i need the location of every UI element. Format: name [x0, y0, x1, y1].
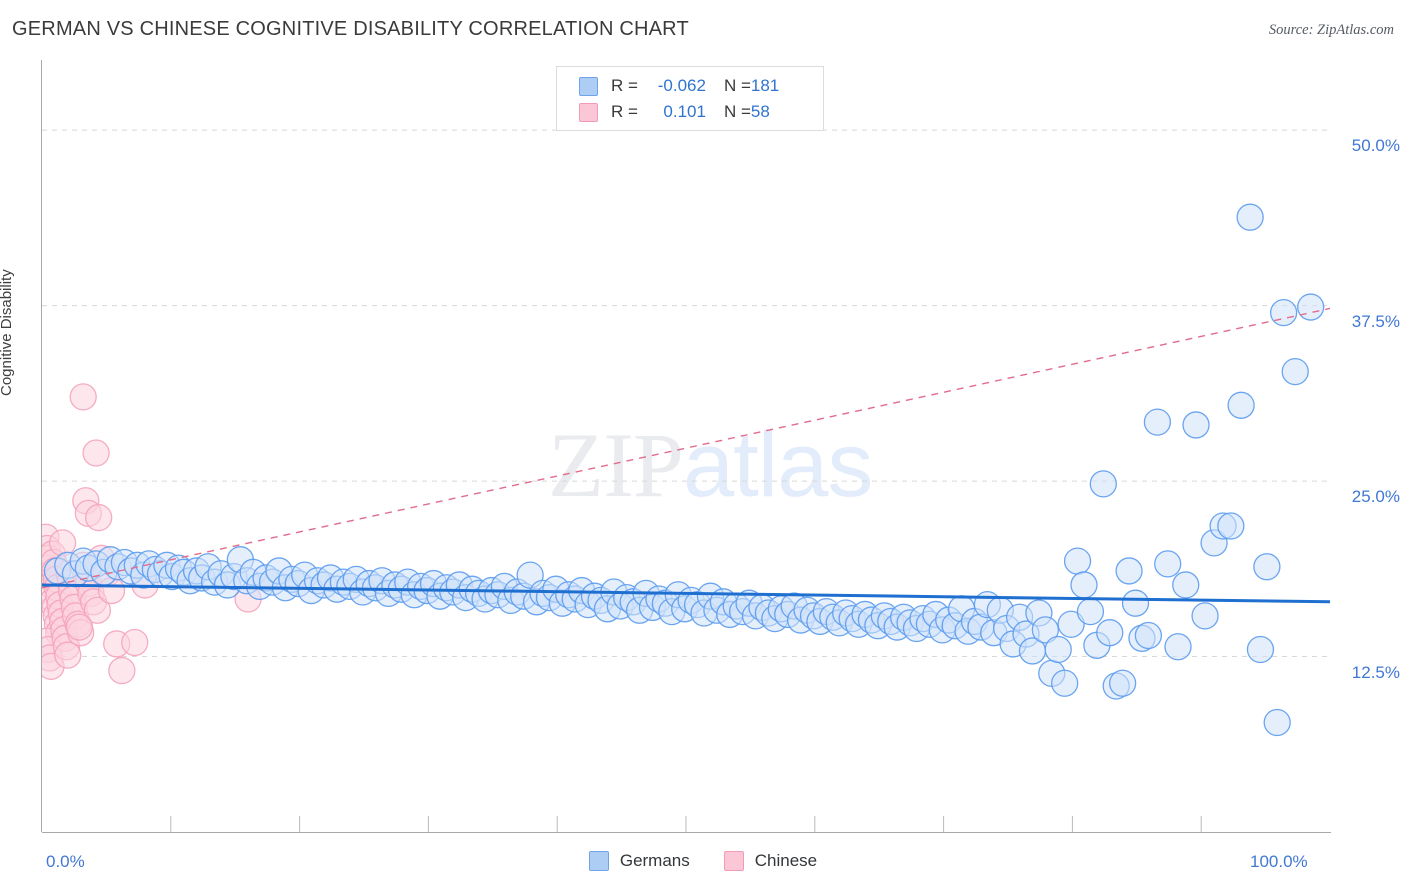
plot-area: [42, 129, 1330, 832]
series-legend: Germans Chinese: [0, 851, 1406, 871]
source-label: Source: ZipAtlas.com: [1268, 22, 1394, 38]
correlation-stats-box: R = -0.062 N = 181 R = 0.101 N = 58: [556, 66, 824, 131]
germans-n-label: N =: [723, 76, 751, 95]
y-axis-line: [41, 60, 42, 832]
y-axis-label: 50.0%: [1351, 136, 1400, 156]
legend-item-germans[interactable]: Germans: [588, 851, 690, 871]
germans-r-label: R =: [611, 76, 638, 95]
page-title: GERMAN VS CHINESE COGNITIVE DISABILITY C…: [12, 18, 689, 40]
germans-r-value: -0.062: [657, 76, 706, 95]
correlation-chart: GERMAN VS CHINESE COGNITIVE DISABILITY C…: [0, 0, 1406, 892]
chinese-trendline: [42, 307, 1330, 589]
chinese-n-label: N =: [723, 102, 751, 121]
chinese-data-points: [42, 383, 262, 685]
y-axis-title: Cognitive Disability: [0, 269, 15, 396]
y-axis-label: 37.5%: [1351, 311, 1400, 331]
stats-row-germans: R = -0.062 N = 181: [579, 73, 791, 99]
chinese-swatch-icon: [579, 102, 598, 122]
stats-row-chinese: R = 0.101 N = 58: [579, 99, 791, 125]
chinese-r-label: R =: [611, 102, 638, 121]
chinese-r-value: 0.101: [663, 102, 706, 121]
germans-legend-label: Germans: [619, 851, 690, 870]
x-axis-line: [42, 832, 1331, 833]
chinese-n-value: 58: [750, 102, 770, 121]
germans-data-points: [43, 203, 1325, 737]
chinese-legend-swatch-icon: [723, 851, 744, 871]
x-axis-ticks: [170, 816, 1202, 832]
legend-item-chinese[interactable]: Chinese: [723, 851, 818, 871]
y-axis-label: 12.5%: [1351, 662, 1400, 682]
chinese-legend-label: Chinese: [754, 851, 818, 870]
y-axis-label: 25.0%: [1351, 487, 1400, 507]
germans-legend-swatch-icon: [588, 851, 609, 871]
germans-n-value: 181: [750, 76, 780, 95]
germans-swatch-icon: [579, 76, 598, 96]
